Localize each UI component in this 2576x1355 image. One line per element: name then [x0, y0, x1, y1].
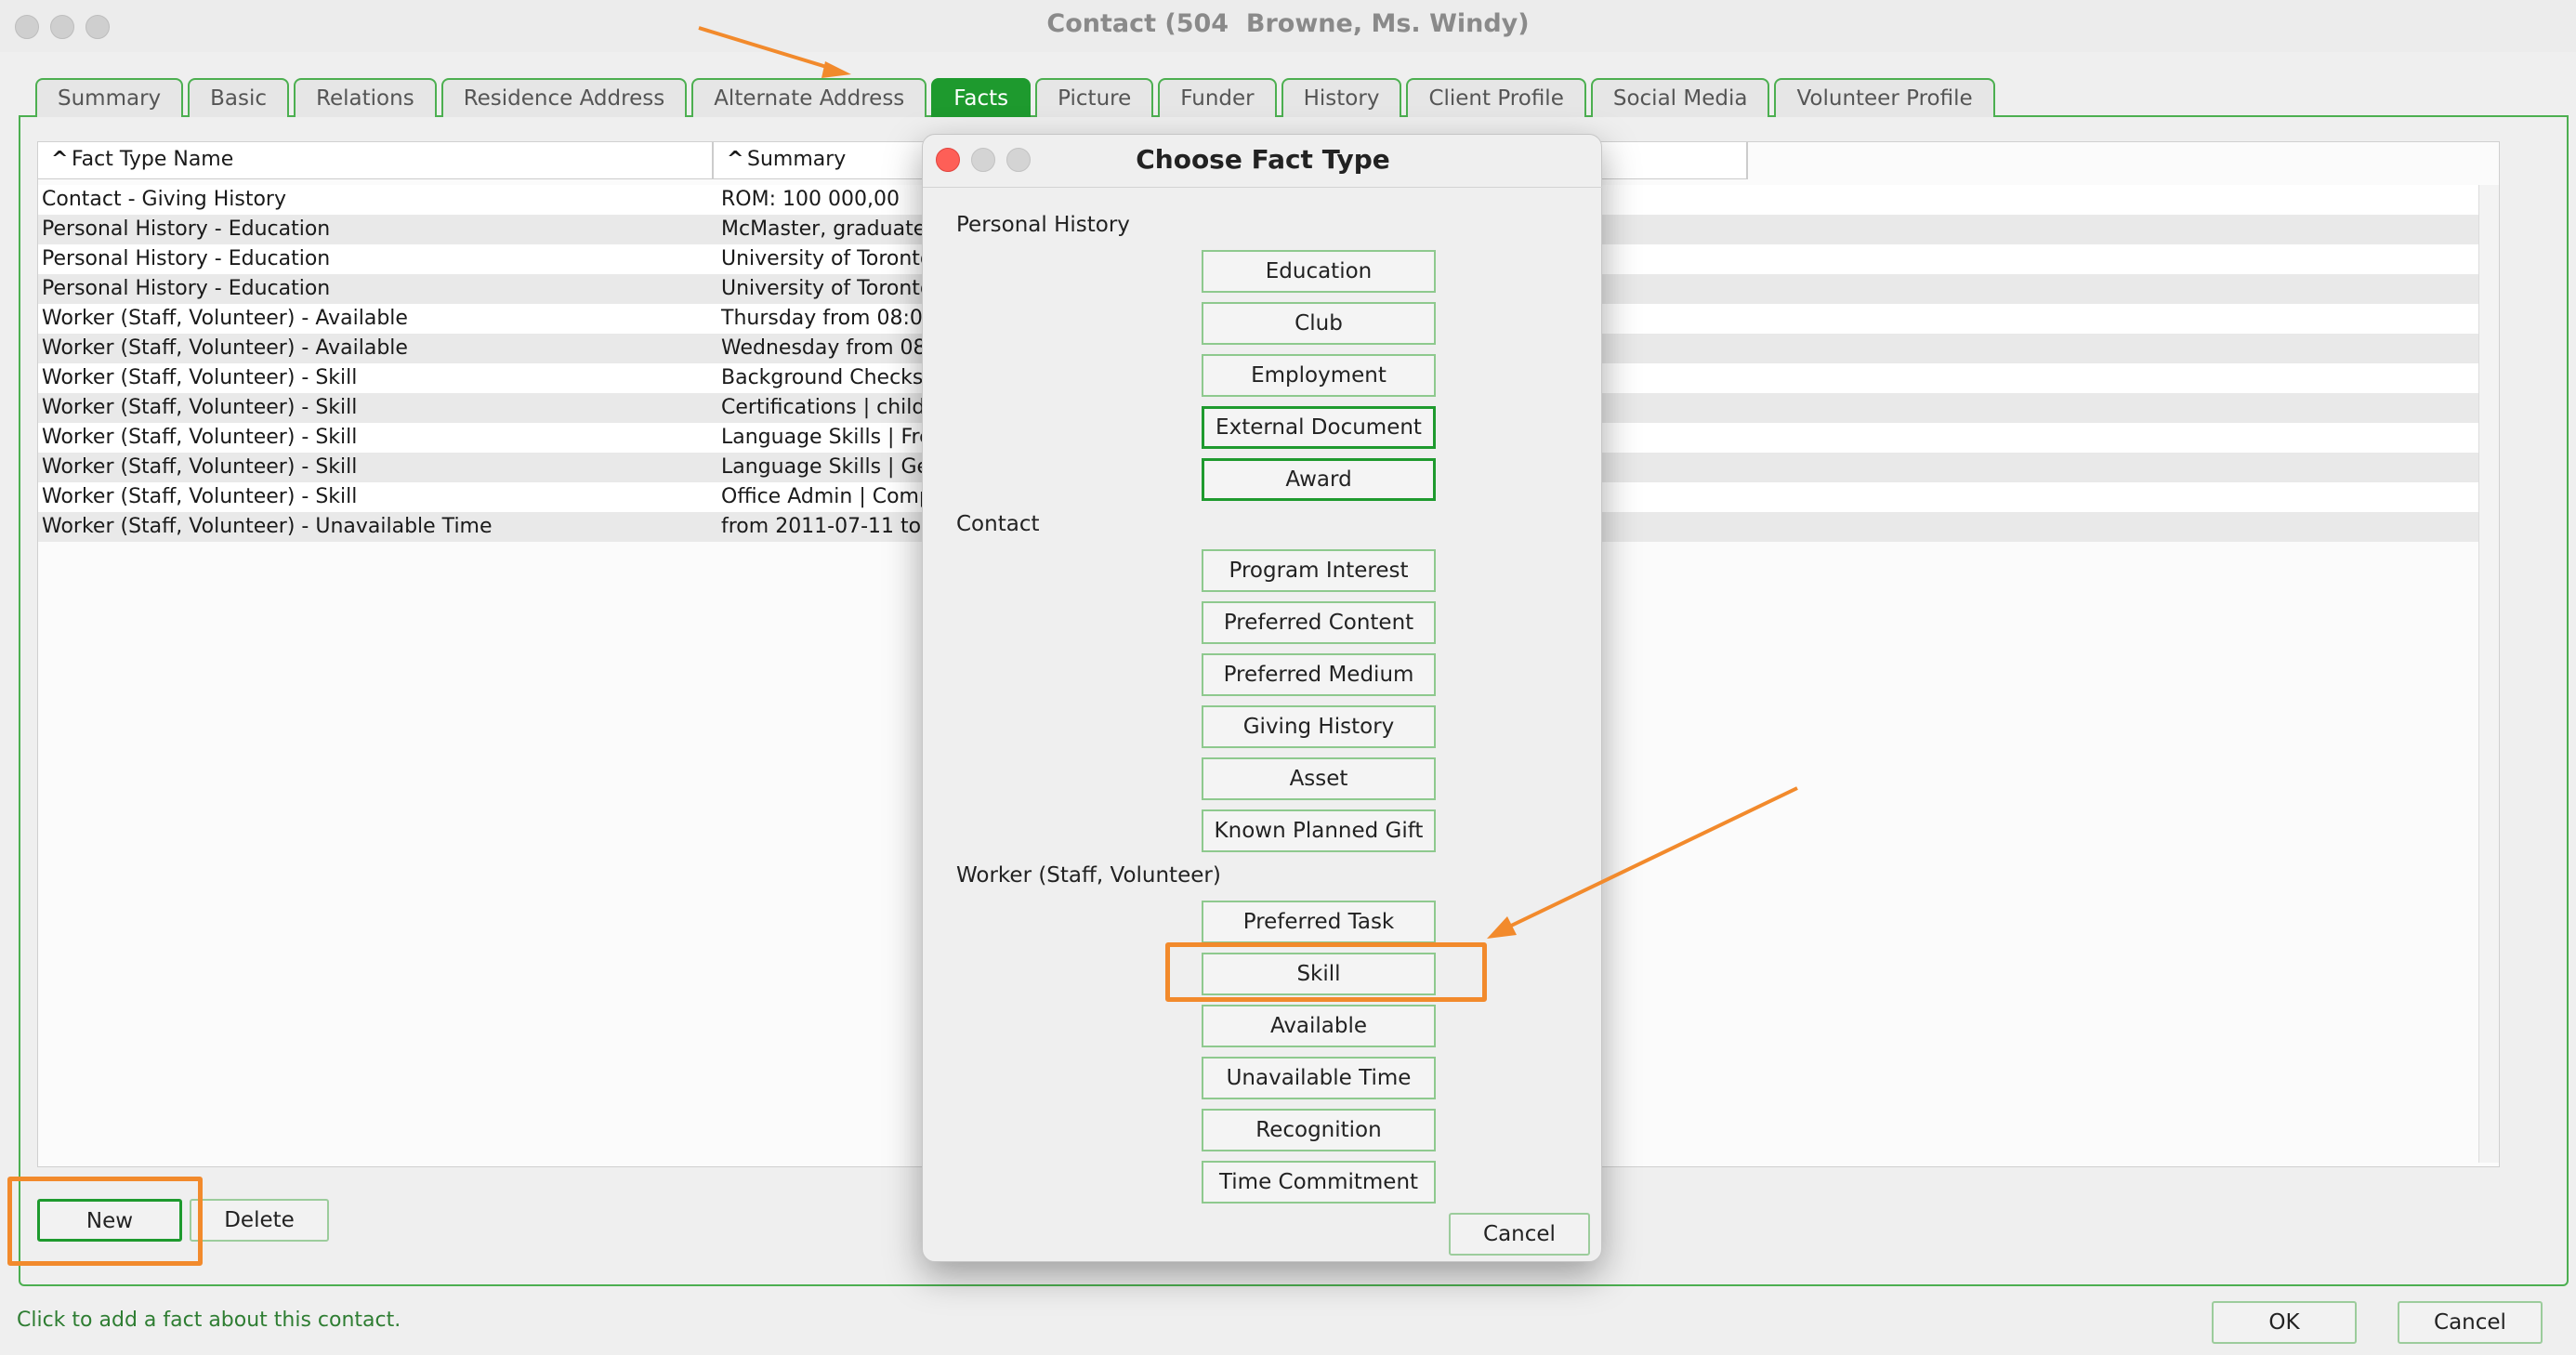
sort-ascending-icon: ^ — [51, 148, 69, 171]
fact-available-button[interactable]: Available — [1202, 1005, 1436, 1047]
status-bar-text: Click to add a fact about this contact. — [17, 1309, 401, 1332]
ok-button[interactable]: OK — [2212, 1301, 2357, 1344]
column-header-fact-type-name[interactable]: ^ Fact Type Name — [38, 142, 714, 179]
fact-preferred-medium-button[interactable]: Preferred Medium — [1202, 653, 1436, 696]
fact-award-button[interactable]: Award — [1202, 458, 1436, 501]
column-label: Fact Type Name — [72, 148, 234, 171]
cell-fact-type: Personal History - Education — [42, 217, 331, 241]
cell-fact-type: Worker (Staff, Volunteer) - Skill — [42, 455, 358, 479]
highlight-box-skill — [1165, 942, 1487, 1002]
choose-fact-type-dialog: Choose Fact Type Personal History Educat… — [922, 134, 1603, 1262]
table-scrollbar[interactable] — [2478, 185, 2499, 1163]
tab-social-media[interactable]: Social Media — [1590, 78, 1770, 117]
fact-club-button[interactable]: Club — [1202, 302, 1436, 345]
fact-known-planned-gift-button[interactable]: Known Planned Gift — [1202, 809, 1436, 852]
tab-alternate-address[interactable]: Alternate Address — [691, 78, 927, 117]
tab-residence-address[interactable]: Residence Address — [440, 78, 688, 117]
dialog-cancel-button[interactable]: Cancel — [1449, 1213, 1590, 1256]
cell-fact-type: Worker (Staff, Volunteer) - Available — [42, 336, 408, 360]
cell-fact-type: Worker (Staff, Volunteer) - Skill — [42, 396, 358, 419]
cell-fact-type: Worker (Staff, Volunteer) - Available — [42, 307, 408, 330]
tab-basic[interactable]: Basic — [188, 78, 290, 117]
tab-bar: Summary Basic Relations Residence Addres… — [35, 78, 1995, 117]
group-label-personal-history: Personal History — [956, 213, 1130, 237]
tab-history[interactable]: History — [1281, 78, 1402, 117]
fact-employment-button[interactable]: Employment — [1202, 354, 1436, 397]
tab-relations[interactable]: Relations — [294, 78, 437, 117]
cell-fact-type: Contact - Giving History — [42, 188, 286, 211]
tab-funder[interactable]: Funder — [1158, 78, 1277, 117]
fact-unavailable-time-button[interactable]: Unavailable Time — [1202, 1057, 1436, 1099]
highlight-box-new — [7, 1177, 203, 1266]
tab-facts[interactable]: Facts — [931, 78, 1032, 117]
cell-fact-type: Worker (Staff, Volunteer) - Skill — [42, 485, 358, 508]
tab-picture[interactable]: Picture — [1035, 78, 1154, 117]
tab-client-profile[interactable]: Client Profile — [1406, 78, 1586, 117]
fact-recognition-button[interactable]: Recognition — [1202, 1109, 1436, 1151]
cell-fact-type: Personal History - Education — [42, 247, 331, 270]
group-label-contact: Contact — [956, 512, 1040, 536]
fact-education-button[interactable]: Education — [1202, 250, 1436, 293]
fact-asset-button[interactable]: Asset — [1202, 757, 1436, 800]
delete-fact-button[interactable]: Delete — [190, 1199, 329, 1242]
tab-summary[interactable]: Summary — [35, 78, 184, 117]
fact-preferred-task-button[interactable]: Preferred Task — [1202, 901, 1436, 943]
fact-preferred-content-button[interactable]: Preferred Content — [1202, 601, 1436, 644]
cell-fact-type: Worker (Staff, Volunteer) - Unavailable … — [42, 515, 493, 538]
window-titlebar: Contact (504 Browne, Ms. Windy) — [0, 0, 2576, 52]
window-title: Contact (504 Browne, Ms. Windy) — [1046, 9, 1530, 38]
fact-program-interest-button[interactable]: Program Interest — [1202, 549, 1436, 592]
column-label: Summary — [747, 148, 847, 171]
sort-ascending-icon: ^ — [727, 148, 744, 171]
cell-fact-type: Personal History - Education — [42, 277, 331, 300]
fact-giving-history-button[interactable]: Giving History — [1202, 705, 1436, 748]
group-label-worker: Worker (Staff, Volunteer) — [956, 863, 1221, 888]
fact-time-commitment-button[interactable]: Time Commitment — [1202, 1161, 1436, 1204]
cancel-button[interactable]: Cancel — [2398, 1301, 2543, 1344]
tab-volunteer-profile[interactable]: Volunteer Profile — [1774, 78, 1995, 117]
cell-fact-type: Worker (Staff, Volunteer) - Skill — [42, 426, 358, 449]
dialog-title: Choose Fact Type — [1136, 144, 1390, 175]
fact-external-document-button[interactable]: External Document — [1202, 406, 1436, 449]
cell-fact-type: Worker (Staff, Volunteer) - Skill — [42, 366, 358, 389]
dialog-divider — [923, 187, 1603, 188]
